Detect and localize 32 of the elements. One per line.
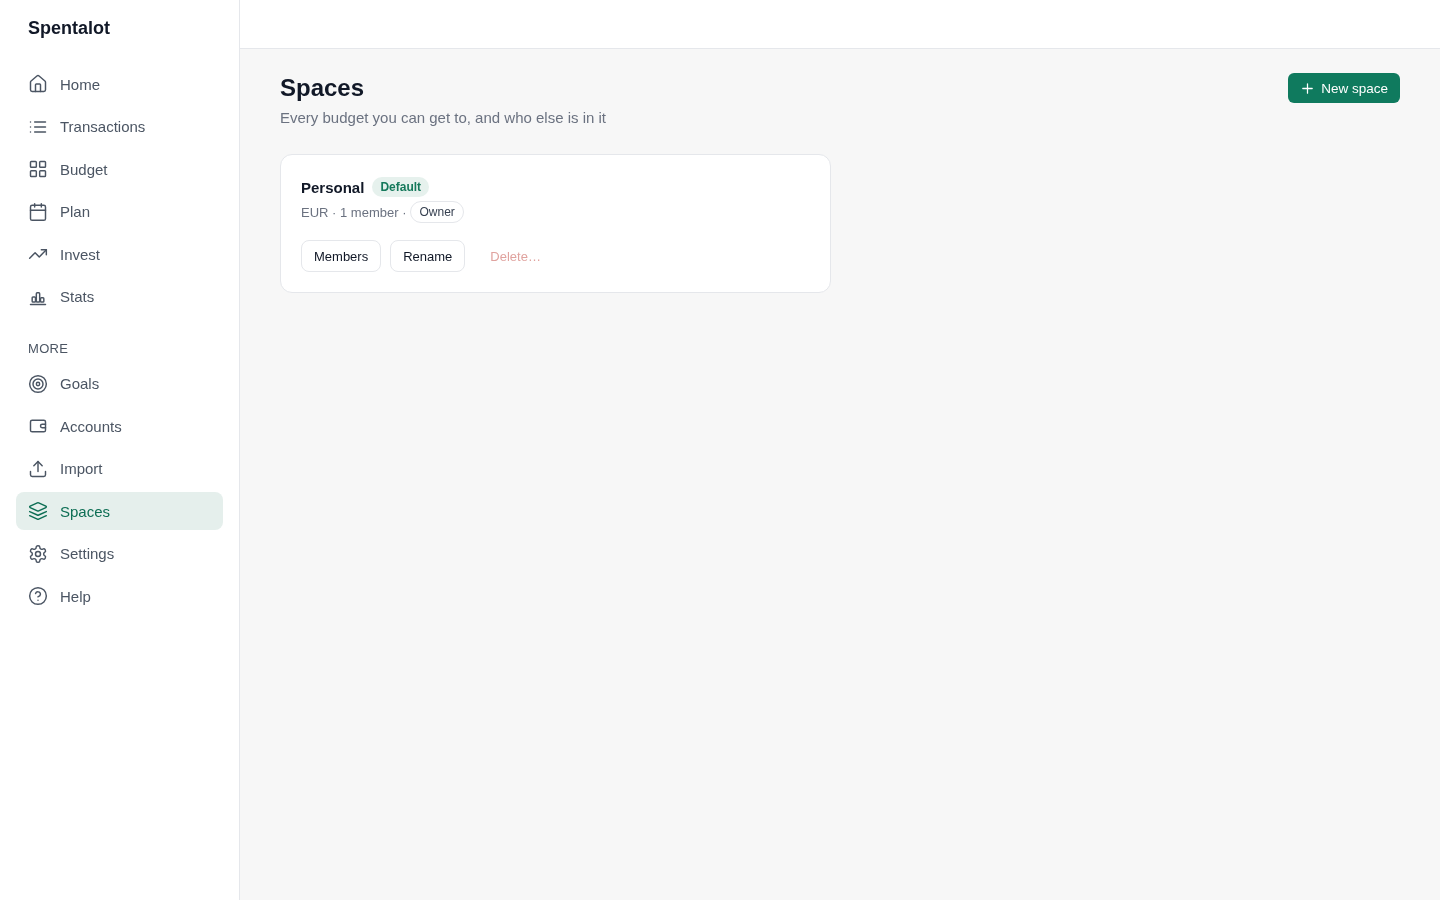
wallet-icon [28,416,48,436]
nav-item[interactable]: Plan [16,192,223,231]
nav-item[interactable]: Goals [16,364,223,403]
app-logo[interactable]: Spentalot [16,16,110,40]
help-icon [28,586,48,606]
settings-icon [28,543,48,564]
nav-item[interactable]: Home [16,65,223,103]
upload-icon [28,458,48,479]
nav-item[interactable]: Accounts [16,407,223,445]
section-heading: MORE [28,340,69,357]
new-space-button[interactable]: New space [1288,73,1400,103]
space-meta: EUR · 1 member · [301,204,407,220]
grid-icon [28,159,48,179]
space-name: Personal [301,178,365,196]
house-icon [28,74,48,94]
plus-icon [1302,82,1314,94]
action-button[interactable]: Rename [390,240,466,272]
nav-item[interactable]: Stats [16,277,223,316]
nav-item[interactable]: Help [16,577,223,615]
page-title: Spaces [280,73,366,103]
layers-icon [28,501,48,521]
nav-item[interactable]: Invest [16,235,223,273]
action-button[interactable]: Members [301,240,382,272]
nav-item[interactable]: Transactions [16,107,223,146]
default-badge: Default [372,177,430,197]
nav-item[interactable]: Budget [16,150,223,188]
page-subtitle: Every budget you can get to, and who else is in it [280,108,607,128]
target-icon [28,373,48,394]
nav-item[interactable]: Spaces [16,492,223,530]
nav-item[interactable]: Settings [16,534,223,573]
nav-item[interactable]: Import [16,449,223,488]
calendar-icon [28,201,48,222]
